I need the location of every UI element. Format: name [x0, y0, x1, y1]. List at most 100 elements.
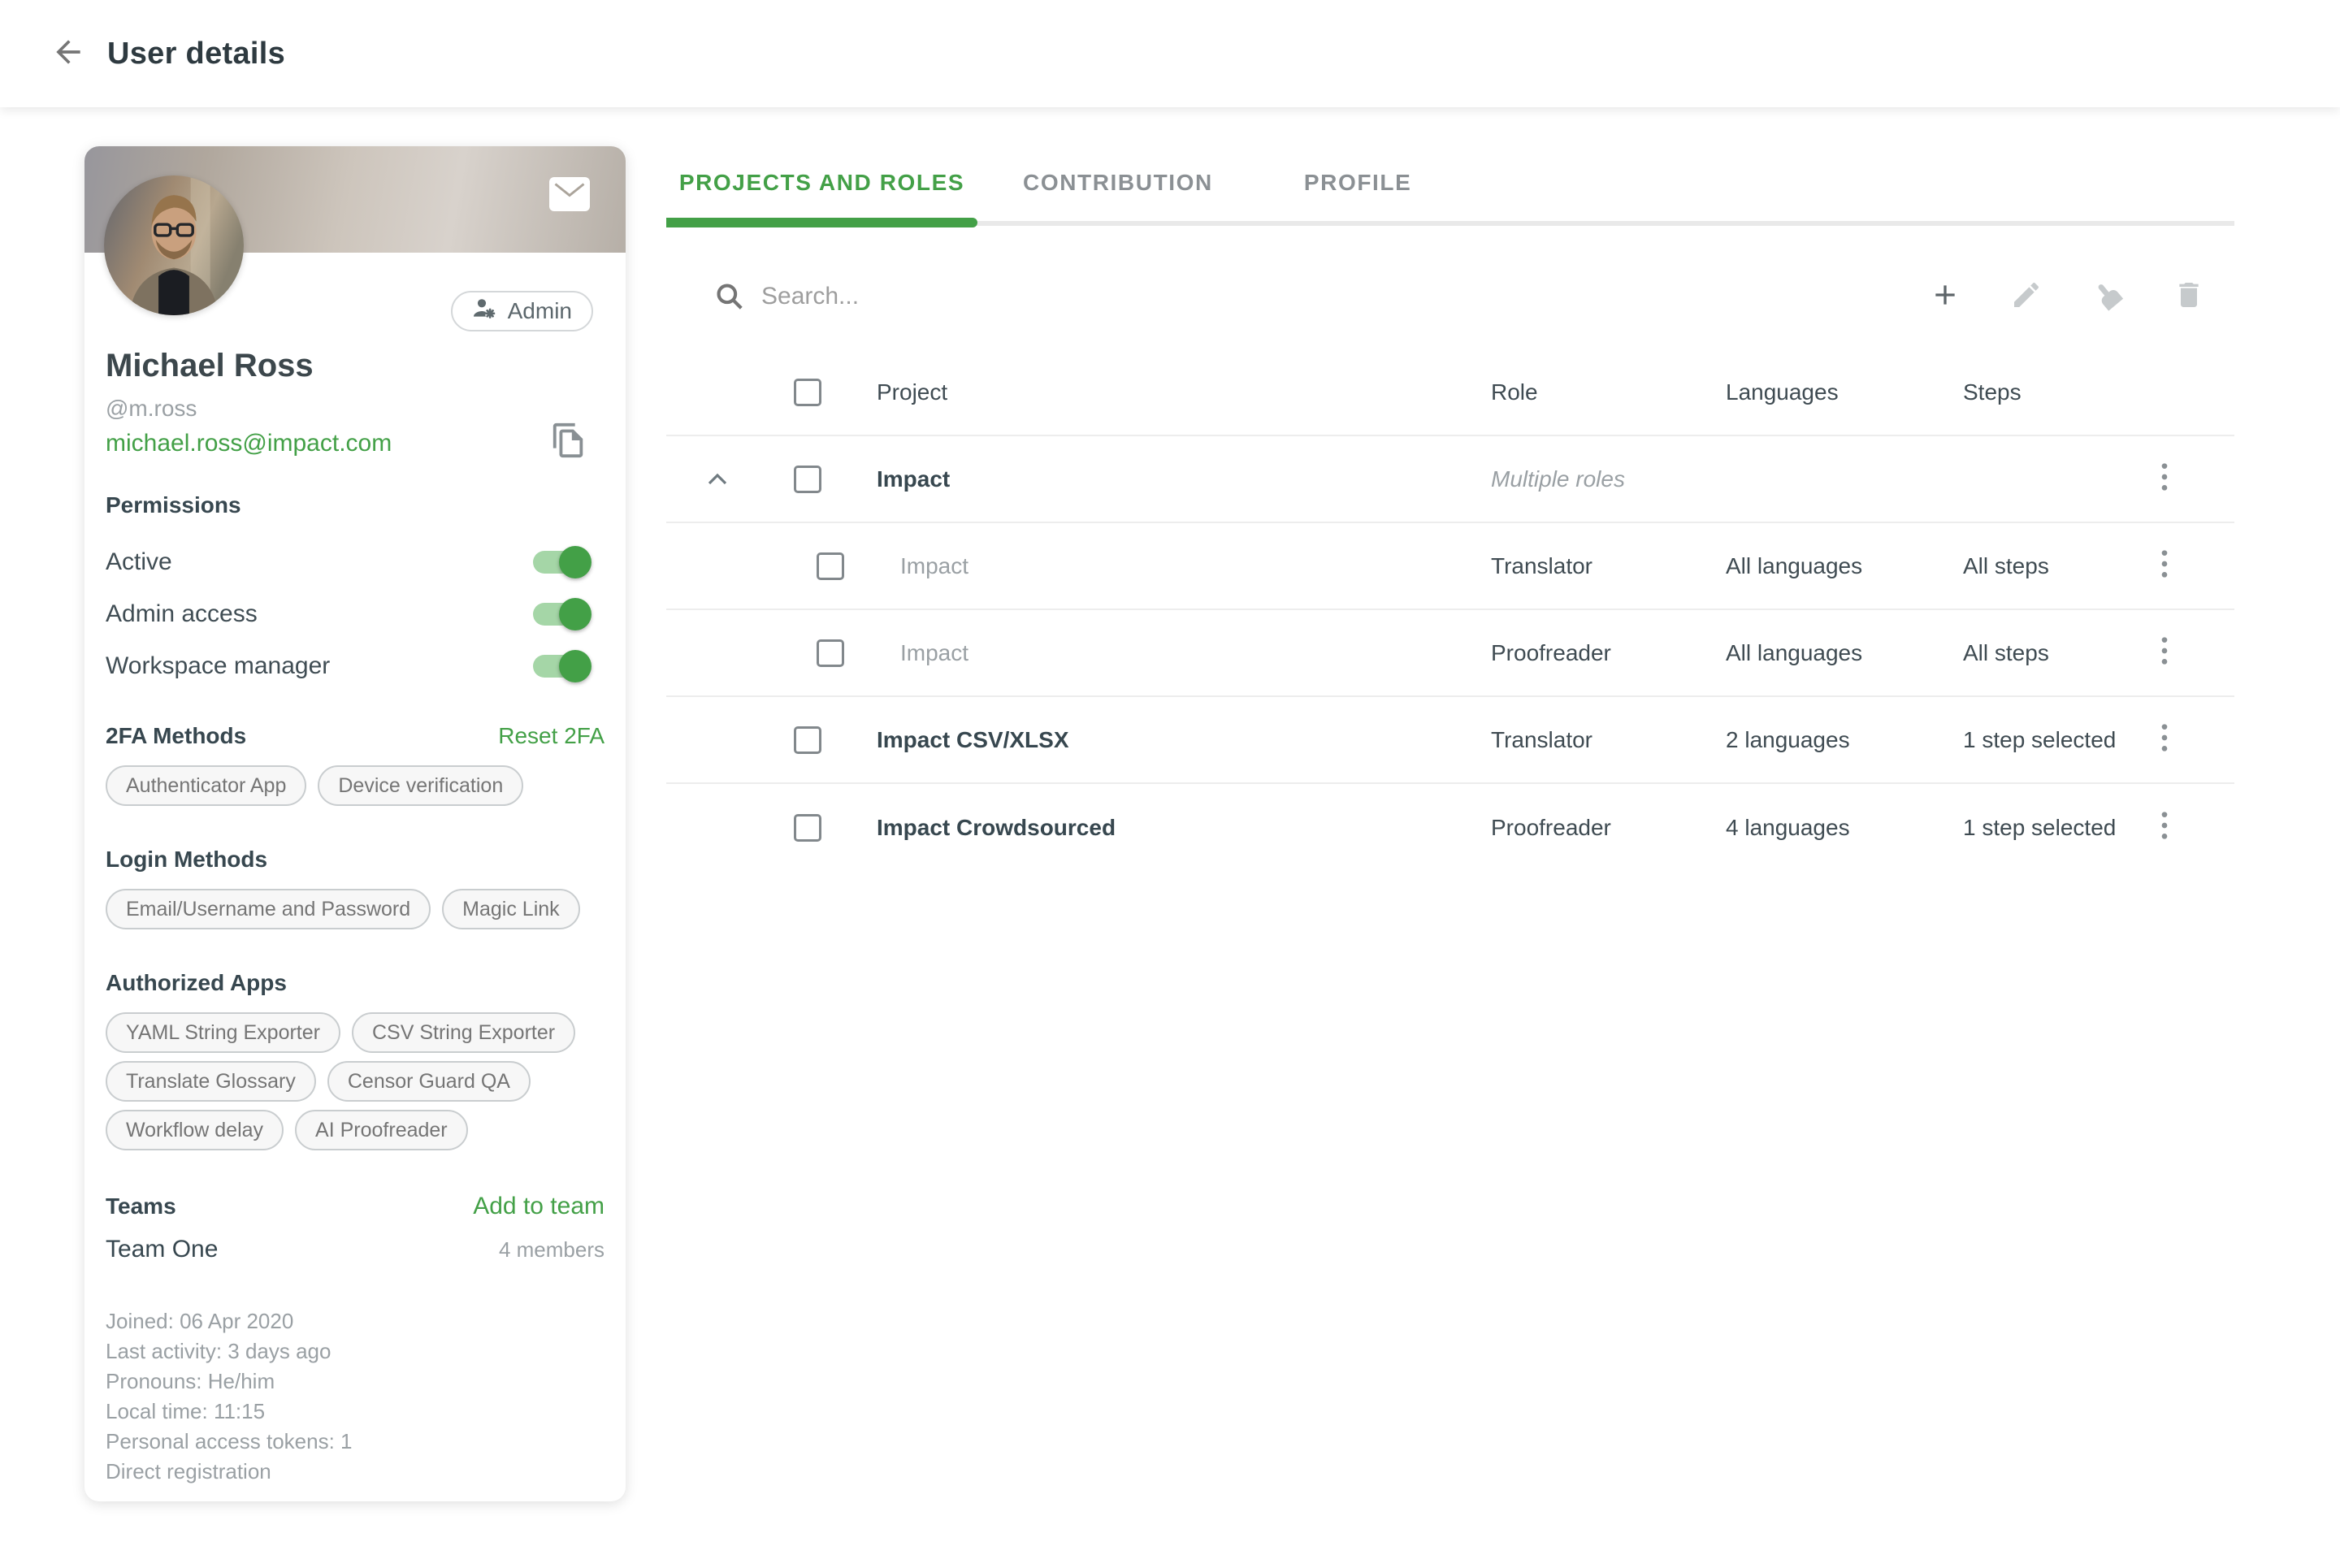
authorized-apps-section: Authorized Apps YAML String ExporterCSV …	[106, 970, 604, 1150]
admin-badge-label: Admin	[508, 298, 572, 324]
chip-translate-glossary: Translate Glossary	[106, 1061, 316, 1102]
add-button[interactable]	[1926, 277, 1965, 316]
delete-button[interactable]	[2169, 277, 2208, 316]
meta-line: Personal access tokens: 1	[106, 1427, 604, 1457]
select-all-checkbox[interactable]	[794, 379, 821, 406]
table-row: Impact Proofreader All languages All ste…	[666, 610, 2234, 697]
mail-icon	[552, 180, 587, 210]
permission-row: Active	[106, 546, 604, 578]
permissions-title: Permissions	[106, 492, 604, 518]
project-name: Impact CSV/XLSX	[877, 727, 1069, 753]
send-email-button[interactable]	[549, 177, 590, 211]
table-row: Impact Translator All languages All step…	[666, 523, 2234, 610]
role-value: Proofreader	[1491, 640, 1611, 666]
login-methods-chips: Email/Username and PasswordMagic Link	[106, 889, 604, 929]
reset-2fa-link[interactable]: Reset 2FA	[498, 723, 604, 749]
avatar	[104, 175, 244, 315]
meta-line: Local time: 11:15	[106, 1397, 604, 1427]
steps-value: All steps	[1963, 553, 2049, 579]
kebab-icon	[2160, 720, 2169, 760]
pencil-icon	[2010, 279, 2043, 315]
steps-value: 1 step selected	[1963, 815, 2116, 841]
chip-workflow-delay: Workflow delay	[106, 1110, 284, 1150]
toggle-active[interactable]	[533, 551, 588, 574]
broom-icon	[2091, 279, 2124, 315]
twofa-title: 2FA Methods	[106, 723, 246, 749]
table-row: Impact CSV/XLSX Translator 2 languages 1…	[666, 697, 2234, 784]
chip-authenticator-app: Authenticator App	[106, 765, 306, 806]
collapse-chevron-icon[interactable]	[707, 473, 728, 486]
teams-section: Teams Add to team Team One4 members	[106, 1193, 604, 1266]
user-meta-block: Joined: 06 Apr 2020Last activity: 3 days…	[106, 1306, 604, 1487]
tab-contribution[interactable]: CONTRIBUTION	[977, 141, 1259, 225]
login-methods-title: Login Methods	[106, 847, 604, 873]
user-email: michael.ross@impact.com	[106, 430, 604, 457]
role-value: Translator	[1491, 727, 1592, 753]
tab-bar: PROJECTS AND ROLESCONTRIBUTIONPROFILE	[666, 138, 2234, 227]
row-checkbox[interactable]	[794, 814, 821, 842]
user-handle: @m.ross	[106, 396, 604, 422]
meta-line: Pronouns: He/him	[106, 1367, 604, 1397]
projects-table: Project Role Languages Steps Impact Mult…	[666, 349, 2234, 871]
edit-button[interactable]	[2007, 277, 2046, 316]
row-menu-button[interactable]	[2159, 809, 2170, 847]
twofa-chips: Authenticator AppDevice verification	[106, 765, 604, 806]
copy-icon	[550, 422, 587, 463]
column-project: Project	[877, 379, 947, 405]
table-row: Impact Crowdsourced Proofreader 4 langua…	[666, 784, 2234, 871]
role-value: Translator	[1491, 553, 1592, 579]
team-name: Team One	[106, 1236, 218, 1263]
column-role: Role	[1491, 379, 1538, 405]
add-to-team-link[interactable]: Add to team	[473, 1193, 604, 1220]
languages-value: All languages	[1726, 553, 1862, 579]
teams-title: Teams	[106, 1193, 176, 1219]
row-menu-button[interactable]	[2159, 721, 2170, 759]
row-menu-button[interactable]	[2159, 635, 2170, 672]
permission-label: Active	[106, 548, 172, 576]
profile-card: Admin Michael Ross @m.ross michael.ross@…	[84, 146, 626, 1501]
chip-ai-proofreader: AI Proofreader	[295, 1110, 468, 1150]
toggle-admin-access[interactable]	[533, 603, 588, 626]
row-checkbox[interactable]	[817, 639, 844, 667]
search-icon	[714, 281, 745, 312]
copy-email-button[interactable]	[548, 419, 590, 465]
permissions-list: ActiveAdmin accessWorkspace manager	[106, 546, 604, 682]
steps-value: All steps	[1963, 640, 2049, 666]
admin-badge: Admin	[451, 291, 593, 331]
table-header-row: Project Role Languages Steps	[666, 349, 2234, 436]
authorized-apps-title: Authorized Apps	[106, 970, 604, 996]
row-menu-button[interactable]	[2159, 461, 2170, 498]
authorized-apps-chips: YAML String ExporterCSV String ExporterT…	[106, 1012, 604, 1150]
chip-email-username-and-password: Email/Username and Password	[106, 889, 431, 929]
page-title: User details	[107, 37, 285, 71]
login-methods-section: Login Methods Email/Username and Passwor…	[106, 847, 604, 929]
column-languages: Languages	[1726, 379, 1839, 405]
tab-projects-and-roles[interactable]: PROJECTS AND ROLES	[666, 141, 977, 225]
role-value: Multiple roles	[1491, 466, 1625, 492]
main-content: PROJECTS AND ROLESCONTRIBUTIONPROFILE	[666, 138, 2234, 227]
trash-icon	[2173, 279, 2205, 315]
column-steps: Steps	[1963, 379, 2022, 405]
chip-csv-string-exporter: CSV String Exporter	[352, 1012, 575, 1053]
back-button[interactable]	[47, 32, 89, 75]
card-body: Permissions ActiveAdmin accessWorkspace …	[106, 492, 604, 1487]
clean-button[interactable]	[2088, 277, 2127, 316]
team-row: Team One4 members	[106, 1233, 604, 1266]
row-checkbox[interactable]	[817, 552, 844, 580]
kebab-icon	[2160, 633, 2169, 673]
row-checkbox[interactable]	[794, 466, 821, 493]
row-checkbox[interactable]	[794, 726, 821, 754]
identity-block: Michael Ross @m.ross michael.ross@impact…	[106, 348, 604, 457]
permission-row: Admin access	[106, 598, 604, 630]
row-menu-button[interactable]	[2159, 548, 2170, 585]
permission-label: Admin access	[106, 600, 258, 628]
teams-list: Team One4 members	[106, 1233, 604, 1266]
meta-line: Direct registration	[106, 1457, 604, 1487]
toggle-workspace-manager[interactable]	[533, 655, 588, 678]
tab-profile[interactable]: PROFILE	[1259, 141, 1458, 225]
languages-value: 2 languages	[1726, 727, 1850, 753]
kebab-icon	[2160, 808, 2169, 847]
table-row: Impact Multiple roles	[666, 436, 2234, 523]
project-name: Impact	[900, 640, 968, 666]
search-input[interactable]	[761, 283, 1926, 310]
